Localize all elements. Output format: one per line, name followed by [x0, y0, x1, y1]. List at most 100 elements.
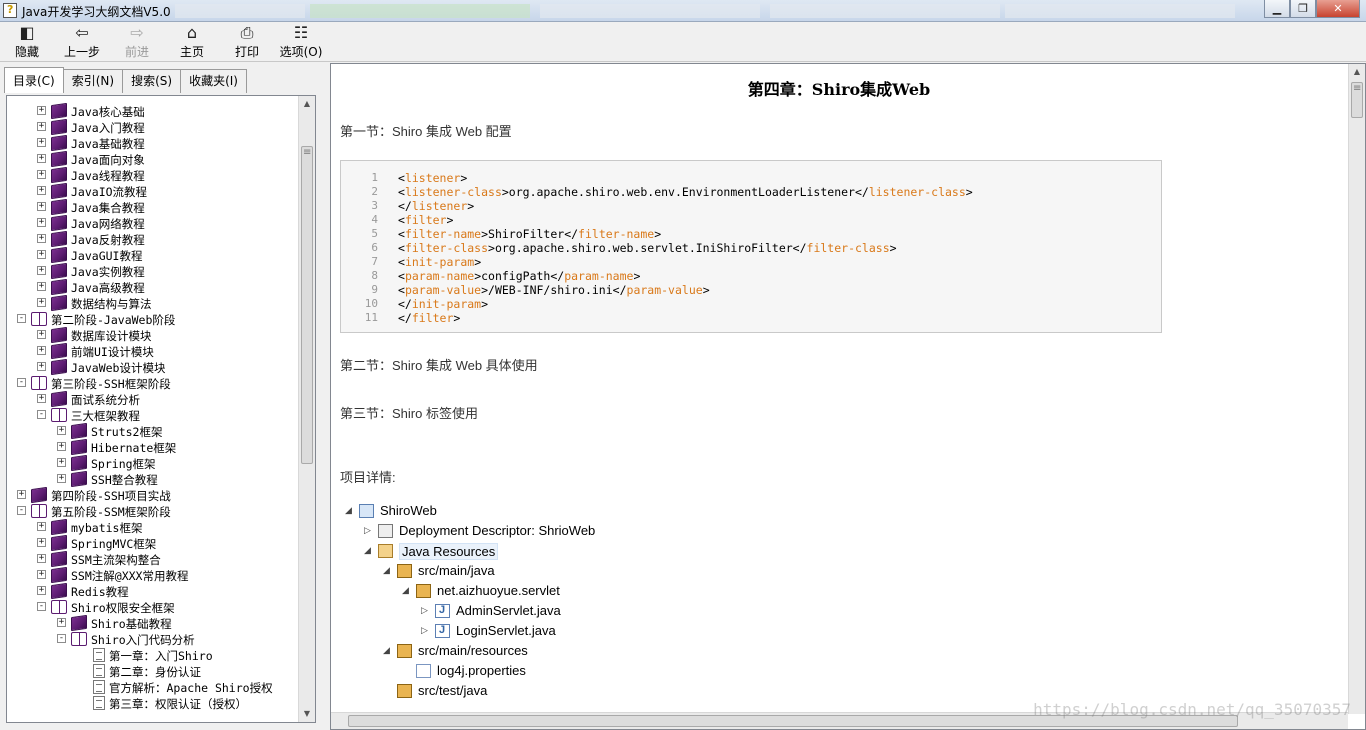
scroll-up-icon[interactable]: ▲	[299, 96, 315, 112]
expand-icon[interactable]: +	[37, 282, 46, 291]
tree-item[interactable]: + JavaIO流教程	[7, 182, 299, 200]
tree-item[interactable]: - 三大框架教程	[7, 407, 299, 423]
tree-item[interactable]: + Java线程教程	[7, 166, 299, 184]
maximize-icon[interactable]: ❐	[1290, 0, 1316, 18]
collapse-icon[interactable]: -	[57, 634, 66, 643]
project-tree-label: src/test/java	[418, 683, 488, 698]
expand-icon[interactable]: +	[37, 186, 46, 195]
options-button[interactable]: ☷ 选项(O)	[278, 24, 324, 60]
tree-item-label: 第二章：身份认证	[109, 665, 201, 679]
tab-contents[interactable]: 目录(C)	[4, 67, 64, 93]
expand-icon[interactable]: +	[37, 250, 46, 259]
tree-item[interactable]: + 第四阶段-SSH项目实战	[7, 486, 299, 504]
expand-icon[interactable]: +	[57, 474, 66, 483]
scroll-thumb[interactable]	[1351, 82, 1363, 118]
tree-item[interactable]: + SSM注解@XXX常用教程	[7, 566, 299, 584]
tree-item[interactable]: + SSM主流架构整合	[7, 550, 299, 568]
tree-item[interactable]: - Shiro入门代码分析	[7, 631, 299, 647]
collapse-icon[interactable]: -	[17, 378, 26, 387]
tree-item[interactable]: + Java入门教程	[7, 118, 299, 136]
collapse-icon[interactable]: -	[17, 506, 26, 515]
tree-item-label: Shiro入门代码分析	[91, 633, 195, 647]
tree-item[interactable]: + 面试系统分析	[7, 390, 299, 408]
open-book-icon	[51, 408, 67, 422]
tree-item[interactable]: 第二章：身份认证	[7, 663, 299, 679]
tree-item[interactable]: + Spring框架	[7, 454, 299, 472]
tree-item[interactable]: + Java基础教程	[7, 134, 299, 152]
expand-icon[interactable]: +	[37, 362, 46, 371]
tree-item[interactable]: + SpringMVC框架	[7, 534, 299, 552]
expand-icon[interactable]: +	[37, 234, 46, 243]
tree-item[interactable]: + Shiro基础教程	[7, 614, 299, 632]
expand-icon[interactable]: +	[57, 426, 66, 435]
tree-item[interactable]: 第三章：权限认证（授权）	[7, 695, 299, 711]
tree-item[interactable]: + JavaGUI教程	[7, 246, 299, 264]
expand-icon[interactable]: +	[57, 442, 66, 451]
expand-icon[interactable]: +	[37, 266, 46, 275]
tree-scrollbar[interactable]: ▲ ▼	[298, 96, 315, 722]
tree-item[interactable]: + Redis教程	[7, 582, 299, 600]
expand-icon[interactable]: +	[37, 586, 46, 595]
tab-search[interactable]: 搜索(S)	[122, 69, 182, 93]
expand-icon[interactable]: +	[37, 298, 46, 307]
tree-item[interactable]: 第一章：入门Shiro	[7, 647, 299, 663]
scroll-thumb[interactable]	[301, 146, 313, 464]
expand-icon[interactable]: +	[37, 394, 46, 403]
tree-item[interactable]: - 第五阶段-SSM框架阶段	[7, 503, 299, 519]
content-scrollbar[interactable]: ▲	[1348, 64, 1365, 714]
minimize-icon[interactable]: ▁	[1264, 0, 1290, 18]
tree-item[interactable]: - 第二阶段-JavaWeb阶段	[7, 311, 299, 327]
scroll-up-icon[interactable]: ▲	[1349, 64, 1365, 80]
scroll-down-icon[interactable]: ▼	[299, 706, 315, 722]
expand-icon[interactable]: +	[37, 122, 46, 131]
tree-item[interactable]: + Java高级教程	[7, 278, 299, 296]
close-icon[interactable]: ✕	[1316, 0, 1360, 18]
tree-item[interactable]: + Java面向对象	[7, 150, 299, 168]
expand-icon[interactable]: +	[37, 202, 46, 211]
expand-icon[interactable]: +	[37, 522, 46, 531]
home-button[interactable]: ⌂ 主页	[175, 24, 209, 60]
tree-item[interactable]: + 前端UI设计模块	[7, 342, 299, 360]
forward-button[interactable]: ⇨ 前进	[120, 24, 154, 60]
expand-icon[interactable]: +	[57, 458, 66, 467]
tab-index[interactable]: 索引(N)	[62, 69, 124, 93]
tab-favorites[interactable]: 收藏夹(I)	[180, 69, 247, 93]
tree-item[interactable]: - 第三阶段-SSH框架阶段	[7, 375, 299, 391]
collapse-icon[interactable]: -	[37, 602, 46, 611]
print-button[interactable]: ⎙ 打印	[230, 24, 264, 60]
tree-item[interactable]: + Java反射教程	[7, 230, 299, 248]
tree-item[interactable]: - Shiro权限安全框架	[7, 599, 299, 615]
back-button[interactable]: ⇦ 上一步	[62, 24, 102, 60]
tree-item[interactable]: + Java集合教程	[7, 198, 299, 216]
expand-icon[interactable]: +	[37, 218, 46, 227]
tree-item[interactable]: + Java核心基础	[7, 102, 299, 120]
tree-item[interactable]: + JavaWeb设计模块	[7, 358, 299, 376]
expand-icon[interactable]: +	[37, 170, 46, 179]
expand-icon[interactable]: +	[37, 106, 46, 115]
collapse-icon[interactable]: -	[37, 410, 46, 419]
expand-icon[interactable]: +	[37, 554, 46, 563]
tree-item[interactable]: + mybatis框架	[7, 518, 299, 536]
tree-item[interactable]: + Java实例教程	[7, 262, 299, 280]
expand-icon[interactable]: +	[37, 154, 46, 163]
expand-icon[interactable]: +	[37, 346, 46, 355]
tree-item[interactable]: + 数据库设计模块	[7, 326, 299, 344]
pkg-icon	[397, 564, 412, 578]
expand-icon[interactable]: +	[17, 490, 26, 499]
tree-item[interactable]: 官方解析：Apache Shiro授权	[7, 679, 299, 695]
book-icon	[51, 166, 67, 184]
tree-item[interactable]: + 数据结构与算法	[7, 294, 299, 312]
tree-item[interactable]: + SSH整合教程	[7, 470, 299, 488]
book-icon	[71, 614, 87, 632]
expand-icon[interactable]: +	[37, 330, 46, 339]
line-number: 9	[371, 283, 378, 296]
collapse-icon[interactable]: -	[17, 314, 26, 323]
hide-button[interactable]: ◧ 隐藏	[10, 24, 44, 60]
tree-item[interactable]: + Hibernate框架	[7, 438, 299, 456]
expand-icon[interactable]: +	[37, 138, 46, 147]
tree-item[interactable]: + Struts2框架	[7, 422, 299, 440]
expand-icon[interactable]: +	[37, 570, 46, 579]
expand-icon[interactable]: +	[57, 618, 66, 627]
tree-item[interactable]: + Java网络教程	[7, 214, 299, 232]
expand-icon[interactable]: +	[37, 538, 46, 547]
